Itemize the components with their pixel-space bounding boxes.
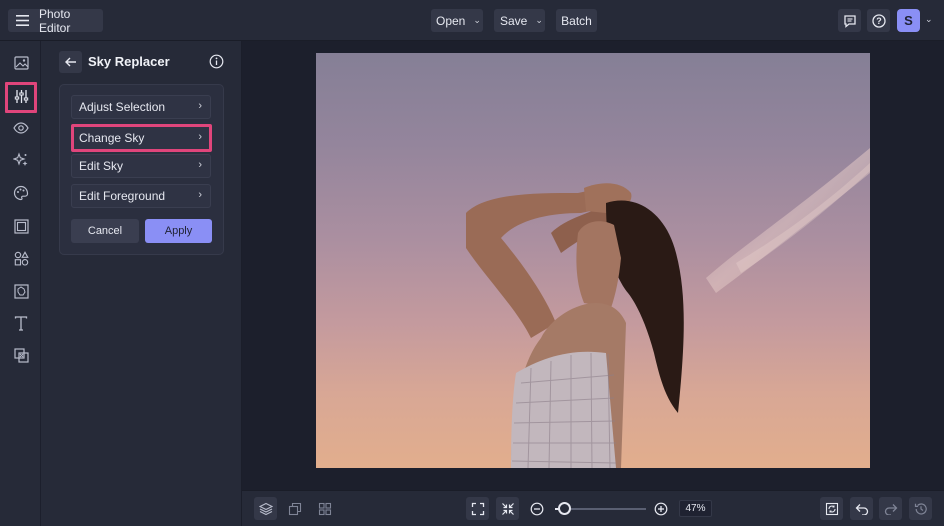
shrink-icon (501, 502, 515, 516)
redo-button[interactable] (879, 497, 902, 520)
undo-button[interactable] (850, 497, 873, 520)
edit-foreground-button[interactable]: Edit Foreground › (71, 184, 211, 208)
duplicate-icon (288, 502, 302, 516)
edit-foreground-label: Edit Foreground (79, 189, 166, 203)
cancel-button[interactable]: Cancel (71, 219, 139, 243)
sparkle-icon[interactable] (11, 150, 31, 170)
layers-icon (258, 502, 273, 516)
history-icon (914, 502, 928, 516)
photo-canvas[interactable] (316, 53, 870, 468)
history-button[interactable] (909, 497, 932, 520)
chevron-down-icon: ⌄ (535, 15, 543, 25)
image-icon[interactable] (11, 53, 31, 73)
grid-icon (318, 502, 332, 516)
compare-icon (825, 502, 839, 516)
text-icon[interactable] (11, 313, 31, 333)
texture-icon[interactable] (11, 281, 31, 301)
edit-sky-button[interactable]: Edit Sky › (71, 154, 211, 178)
apply-button[interactable]: Apply (145, 219, 212, 243)
chevron-right-icon: › (198, 100, 202, 112)
batch-label: Batch (561, 13, 592, 28)
open-label: Open (436, 13, 466, 28)
help-icon: ? (871, 13, 886, 28)
shapes-icon[interactable] (11, 248, 31, 268)
frame-icon[interactable] (11, 216, 31, 236)
chevron-down-icon: ⌄ (473, 15, 481, 25)
undo-icon (855, 503, 869, 515)
open-button[interactable]: Open ⌄ (431, 9, 483, 32)
save-button[interactable]: Save ⌄ (494, 9, 545, 32)
adjust-selection-button[interactable]: Adjust Selection › (71, 95, 211, 119)
eye-icon[interactable] (11, 118, 31, 138)
main-menu-button[interactable]: Photo Editor (8, 6, 103, 35)
grid-button[interactable] (313, 497, 336, 520)
zoom-percentage[interactable]: 47% (679, 500, 712, 517)
overlay-icon[interactable] (11, 345, 31, 365)
info-icon[interactable] (209, 54, 224, 69)
zoom-in-button[interactable] (649, 497, 672, 520)
back-button[interactable] (59, 51, 82, 73)
panel-title: Sky Replacer (88, 54, 170, 69)
change-sky-button[interactable]: Change Sky › (71, 126, 211, 150)
chevron-right-icon: › (198, 189, 202, 201)
svg-text:?: ? (876, 16, 882, 26)
arrow-left-icon (64, 57, 77, 67)
compare-button[interactable] (820, 497, 843, 520)
zoom-out-icon (530, 502, 544, 516)
user-avatar[interactable]: S (897, 9, 920, 32)
duplicate-button[interactable] (283, 497, 306, 520)
fit-screen-button[interactable] (466, 497, 489, 520)
layers-button[interactable] (254, 497, 277, 520)
save-label: Save (500, 13, 528, 28)
comment-button[interactable] (838, 9, 861, 32)
adjust-selection-label: Adjust Selection (79, 100, 166, 114)
zoom-out-button[interactable] (525, 497, 548, 520)
help-button[interactable]: ? (867, 9, 890, 32)
palette-icon[interactable] (11, 183, 31, 203)
batch-button[interactable]: Batch (556, 9, 597, 32)
chevron-down-icon[interactable]: ⌄ (925, 14, 933, 25)
zoom-slider-thumb[interactable] (558, 502, 571, 515)
hamburger-icon (16, 15, 29, 26)
chevron-right-icon: › (198, 131, 202, 143)
edit-sky-label: Edit Sky (79, 159, 124, 173)
expand-icon (471, 502, 485, 516)
app-title: Photo Editor (39, 6, 71, 35)
active-tool-highlight (5, 82, 37, 113)
photo-image (466, 148, 870, 468)
actual-size-button[interactable] (496, 497, 519, 520)
chevron-right-icon: › (198, 159, 202, 171)
redo-icon (884, 503, 898, 515)
comment-icon (843, 14, 857, 28)
zoom-in-icon (654, 502, 668, 516)
change-sky-label: Change Sky (79, 131, 145, 145)
